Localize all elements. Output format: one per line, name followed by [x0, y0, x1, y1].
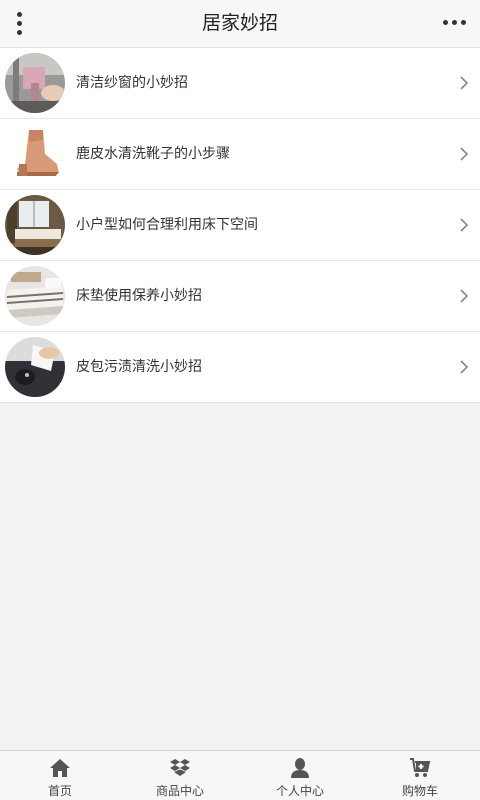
tab-home[interactable]: 首页 [0, 751, 120, 800]
tab-products[interactable]: 商品中心 [120, 751, 240, 800]
list-item-label: 皮包污渍清洗小妙招 [76, 359, 202, 375]
list-item[interactable]: 清洁纱窗的小妙招 [0, 48, 480, 119]
list-item[interactable]: 皮包污渍清洗小妙招 [0, 332, 480, 403]
window-cleaning-photo [5, 53, 65, 113]
mattress-photo [5, 266, 65, 326]
app-header: 居家妙招 [0, 0, 480, 48]
small-bedroom-photo [5, 195, 65, 255]
list-item[interactable]: 小户型如何合理利用床下空间 [0, 190, 480, 261]
more-dots-icon[interactable] [442, 13, 468, 33]
user-icon [289, 757, 311, 779]
box-icon [169, 757, 191, 779]
list-item-label: 清洁纱窗的小妙招 [76, 75, 188, 91]
list-item-label: 鹿皮水清洗靴子的小步骤 [76, 146, 230, 162]
list-item[interactable]: 鹿皮水清洗靴子的小步骤 [0, 119, 480, 190]
chevron-right-icon [460, 218, 469, 232]
page-title: 居家妙招 [201, 12, 278, 34]
tab-cart[interactable]: 购物车 [360, 751, 480, 800]
chevron-right-icon [460, 289, 469, 303]
tab-label: 商品中心 [155, 784, 204, 798]
chevron-right-icon [460, 76, 469, 90]
leather-bag-photo [5, 337, 65, 397]
article-list: 清洁纱窗的小妙招 鹿皮水清洗靴子的小步骤 小户型如何合理利用床下空间 床垫使用保… [0, 48, 480, 403]
list-item-label: 床垫使用保养小妙招 [76, 288, 202, 304]
bottom-tab-bar: 首页 商品中心 个人中心 购物车 [0, 750, 480, 800]
list-item-label: 小户型如何合理利用床下空间 [76, 217, 258, 233]
tab-label: 购物车 [401, 784, 438, 798]
list-item[interactable]: 床垫使用保养小妙招 [0, 261, 480, 332]
cart-icon [409, 757, 431, 779]
suede-boot-photo [5, 124, 65, 184]
chevron-right-icon [460, 147, 469, 161]
home-icon [49, 757, 71, 779]
chevron-right-icon [460, 360, 469, 374]
tab-label: 首页 [47, 784, 72, 798]
tab-profile[interactable]: 个人中心 [240, 751, 360, 800]
tab-label: 个人中心 [275, 784, 324, 798]
